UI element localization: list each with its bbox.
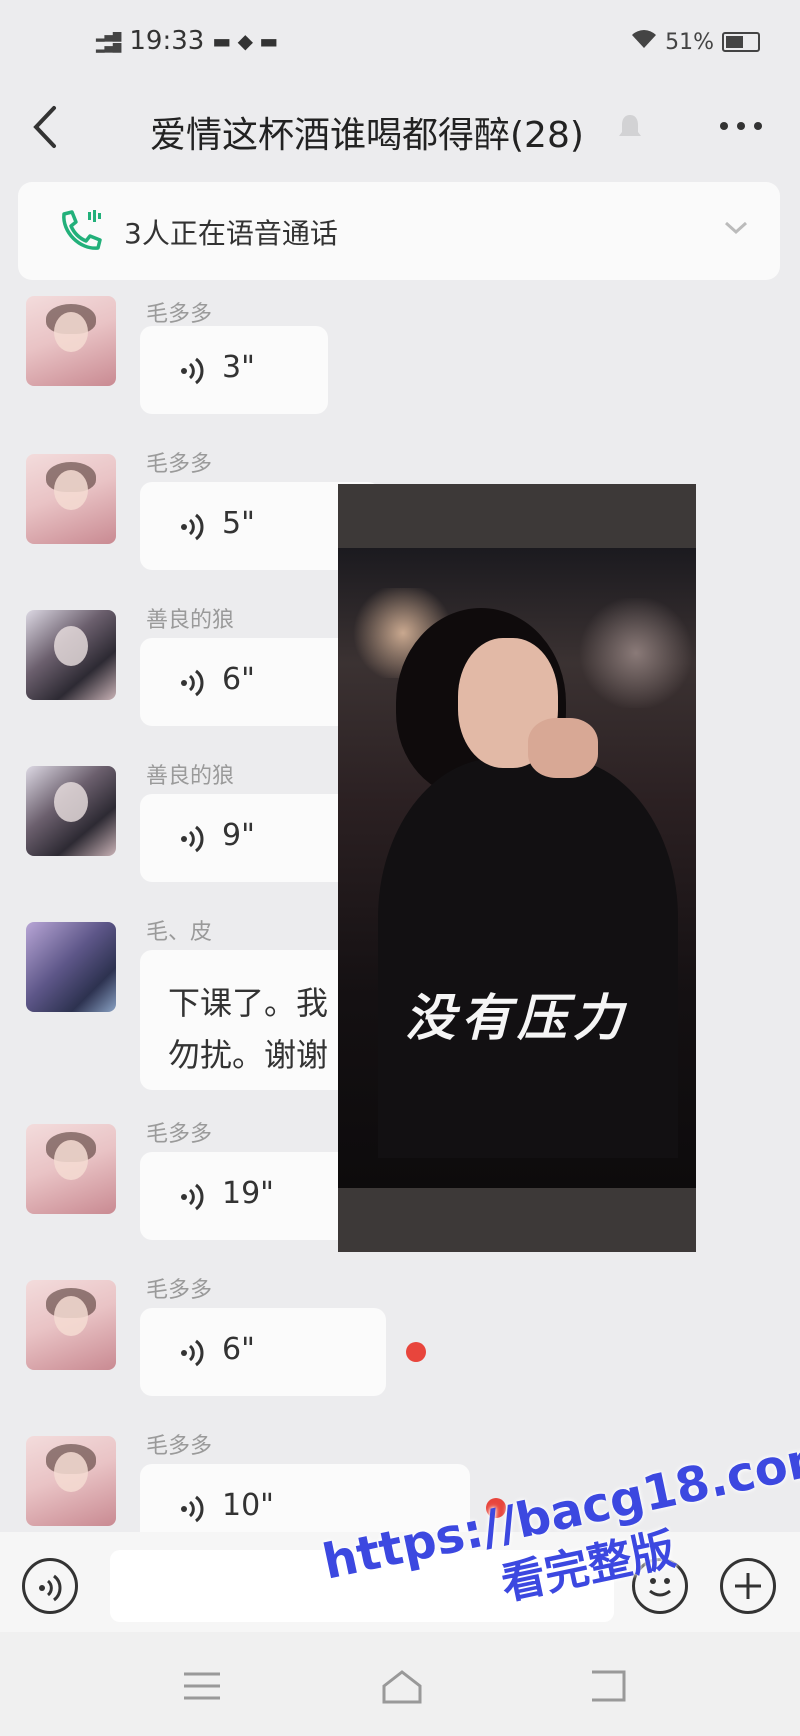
avatar[interactable] <box>26 296 116 386</box>
voice-wave-icon <box>181 1495 204 1523</box>
voice-wave-icon <box>181 825 204 853</box>
chevron-down-icon[interactable] <box>722 218 750 238</box>
voice-duration: 5" <box>222 506 255 541</box>
home-icon <box>382 1670 422 1704</box>
voice-wave-icon <box>181 669 204 697</box>
voice-wave-icon <box>181 1339 204 1367</box>
more-actions-button[interactable] <box>720 1558 776 1614</box>
page-title: 爱情这杯酒谁喝都得醉(28) <box>150 115 584 156</box>
voice-duration: 3" <box>222 350 255 385</box>
voice-wave-icon <box>181 1183 204 1211</box>
voice-duration: 6" <box>222 1332 255 1367</box>
voice-wave-icon <box>181 357 204 385</box>
sender-name: 善良的狼 <box>146 764 235 789</box>
voice-duration: 6" <box>222 662 255 697</box>
voice-message-bubble[interactable]: 3" <box>140 326 328 414</box>
back-nav-icon <box>592 1670 626 1702</box>
battery-percent: 51% <box>665 29 714 55</box>
avatar[interactable] <box>26 454 116 544</box>
chevron-left-icon <box>33 106 56 148</box>
voice-message-bubble[interactable]: 6" <box>140 1308 386 1396</box>
avatar[interactable] <box>26 1280 116 1370</box>
voice-duration: 19" <box>222 1176 274 1211</box>
notification-icons: ▬ ◆ ▬ <box>212 29 279 53</box>
system-nav-bar <box>0 1632 800 1736</box>
voice-duration: 9" <box>222 818 255 853</box>
status-time: 19:33 <box>129 26 205 56</box>
sender-name: 毛多多 <box>146 302 213 327</box>
call-status-text: 3人正在语音通话 <box>124 217 338 250</box>
signal-icon: ▂▄▆ ▂▄▆ <box>96 29 122 53</box>
plus-icon <box>735 1573 761 1599</box>
sender-name: 善良的狼 <box>146 608 235 633</box>
more-options-button[interactable] <box>716 108 766 144</box>
home-nav-button[interactable] <box>380 1668 424 1704</box>
avatar[interactable] <box>26 922 116 1012</box>
voice-wave-icon <box>39 1574 62 1602</box>
wifi-icon <box>631 28 657 56</box>
battery-icon <box>722 32 760 52</box>
voice-call-banner[interactable]: 3人正在语音通话 <box>18 182 780 280</box>
sender-name: 毛多多 <box>146 1278 213 1303</box>
voice-input-button[interactable] <box>22 1558 78 1614</box>
video-overlay[interactable]: 没有压力 <box>338 484 696 1252</box>
message-text-line: 下课了。我 <box>168 984 329 1022</box>
avatar[interactable] <box>26 1436 116 1526</box>
message-item: 毛多多 3" <box>0 290 800 420</box>
video-frame: 没有压力 <box>338 548 696 1188</box>
mute-bell-icon <box>616 112 644 142</box>
voice-wave-icon <box>181 513 204 541</box>
status-bar: ▂▄▆ ▂▄▆ 19:33 ▬ ◆ ▬ 51% <box>0 0 800 80</box>
message-text-line: 勿扰。谢谢 <box>168 1036 329 1074</box>
voice-duration: 10" <box>222 1488 274 1523</box>
avatar[interactable] <box>26 1124 116 1214</box>
sender-name: 毛多多 <box>146 452 213 477</box>
video-caption: 没有压力 <box>405 988 629 1047</box>
phone-icon <box>56 208 104 254</box>
more-dots-icon <box>720 122 762 130</box>
menu-nav-button[interactable] <box>180 1668 224 1704</box>
avatar[interactable] <box>26 610 116 700</box>
back-button[interactable] <box>26 102 66 152</box>
sender-name: 毛多多 <box>146 1122 213 1147</box>
menu-icon <box>184 1672 220 1700</box>
chat-header: 爱情这杯酒谁喝都得醉(28) <box>0 80 800 172</box>
sender-name: 毛多多 <box>146 1434 213 1459</box>
message-item: 毛多多 6" <box>0 1272 800 1402</box>
sender-name: 毛、皮 <box>146 920 213 945</box>
unread-dot <box>406 1342 426 1362</box>
back-nav-button[interactable] <box>586 1668 630 1704</box>
avatar[interactable] <box>26 766 116 856</box>
